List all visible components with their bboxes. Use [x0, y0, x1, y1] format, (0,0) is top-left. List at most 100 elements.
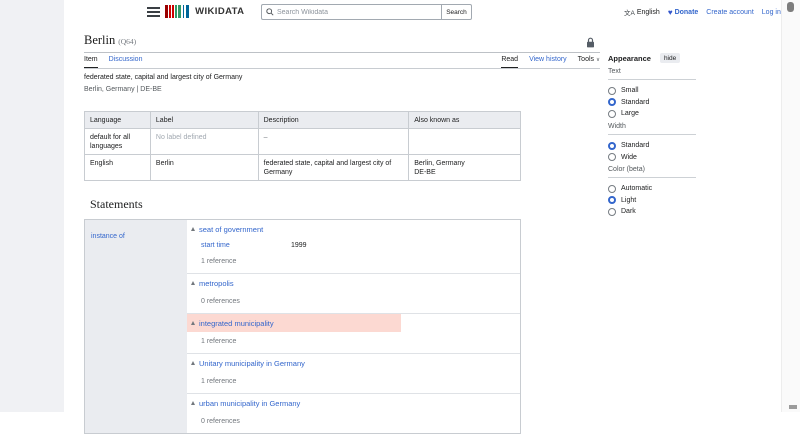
col-also-known-as: Also known as — [409, 112, 521, 129]
radio-label: Small — [621, 87, 639, 94]
claim-value-link[interactable]: metropolis — [199, 279, 234, 288]
qualifier-value: 1999 — [291, 242, 307, 249]
qualifier-row: start time 1999 — [187, 238, 520, 252]
property-cell: instance of — [85, 220, 187, 433]
color-radio-option[interactable]: Light — [608, 195, 696, 207]
hamburger-menu-icon[interactable] — [147, 7, 160, 18]
language-selector[interactable]: 文A English — [624, 7, 660, 17]
top-header: WIKIDATA Search 文A English ♥ Donate Crea… — [64, 0, 781, 24]
references-toggle[interactable]: 0 references — [187, 297, 520, 306]
entity-description-block: federated state, capital and largest cit… — [84, 72, 242, 96]
search-box[interactable] — [261, 4, 441, 20]
heart-icon: ♥ — [668, 8, 673, 17]
property-link[interactable]: instance of — [91, 233, 125, 240]
create-account-link[interactable]: Create account — [706, 9, 753, 16]
wikidata-logo-text: WIKIDATA — [195, 6, 244, 17]
color-radio-option[interactable]: Automatic — [608, 183, 696, 195]
statement-claim: integrated municipality 1 reference — [187, 313, 520, 353]
radio-label: Standard — [621, 142, 649, 149]
width-radio-option[interactable]: Standard — [608, 140, 696, 152]
text-size-radio-option[interactable]: Standard — [608, 97, 696, 109]
donate-link[interactable]: ♥ Donate — [668, 8, 698, 17]
tab-item[interactable]: Item — [84, 56, 98, 68]
claim-value-link[interactable]: Unitary municipality in Germany — [199, 359, 305, 368]
wikidata-logo[interactable]: WIKIDATA — [165, 5, 244, 18]
page-title: Berlin — [84, 33, 115, 47]
references-toggle[interactable]: 1 reference — [187, 337, 520, 346]
radio-label: Automatic — [621, 185, 652, 192]
appearance-header: Appearance hide — [608, 53, 680, 63]
language-icon: 文A — [624, 7, 635, 17]
references-toggle[interactable]: 1 reference — [187, 257, 520, 266]
claim-main-row: integrated municipality — [187, 314, 401, 332]
radio-icon — [608, 98, 616, 106]
text-size-radio-option[interactable]: Small — [608, 85, 696, 97]
search-bar: Search — [261, 4, 472, 20]
page-title-row: Berlin(Q64) — [84, 31, 136, 49]
text-size-radio-option[interactable]: Large — [608, 108, 696, 120]
statement-claim: Unitary municipality in Germany 1 refere… — [187, 353, 520, 393]
chevron-down-icon: ∨ — [596, 57, 600, 63]
radio-label: Large — [621, 110, 639, 117]
radio-icon — [608, 110, 616, 118]
tab-read[interactable]: Read — [501, 56, 518, 68]
appearance-hide-button[interactable]: hide — [660, 53, 680, 63]
left-gutter — [0, 0, 64, 412]
radio-icon — [608, 142, 616, 150]
cell-language: English — [85, 155, 151, 181]
statements-group: instance of seat of government start tim… — [84, 219, 521, 434]
references-toggle[interactable]: 1 reference — [187, 377, 520, 386]
title-divider — [84, 52, 600, 53]
text-section-label: Text — [608, 68, 696, 80]
rank-selector-icon[interactable] — [191, 321, 195, 325]
rank-selector-icon[interactable] — [191, 361, 195, 365]
entity-description: federated state, capital and largest cit… — [84, 72, 242, 84]
vertical-scrollbar[interactable] — [781, 0, 800, 412]
appearance-title: Appearance — [608, 54, 651, 63]
rank-selector-icon[interactable] — [191, 227, 195, 231]
tab-discussion[interactable]: Discussion — [109, 56, 143, 68]
terms-row-english: English Berlin federated state, capital … — [85, 155, 521, 181]
terms-row-default: default for all languages No label defin… — [85, 129, 521, 155]
radio-label: Wide — [621, 154, 637, 161]
claim-value-link[interactable]: urban municipality in Germany — [199, 399, 300, 408]
claim-value-link[interactable]: integrated municipality — [199, 319, 274, 328]
color-section-label: Color (beta) — [608, 166, 696, 178]
terms-table-header: Language Label Description Also known as — [85, 112, 521, 129]
page-tabs: Item Discussion Read View history Tools … — [84, 56, 600, 68]
claims-list: seat of government start time 1999 1 ref… — [187, 220, 520, 433]
radio-icon — [608, 208, 616, 216]
width-radio-option[interactable]: Wide — [608, 152, 696, 164]
tab-tools-menu[interactable]: Tools ∨ — [578, 56, 600, 68]
claim-main-row: Unitary municipality in Germany — [187, 354, 520, 372]
references-toggle[interactable]: 0 references — [187, 417, 520, 426]
search-input[interactable] — [277, 9, 441, 16]
color-radio-option[interactable]: Dark — [608, 206, 696, 218]
entity-id: (Q64) — [118, 37, 136, 46]
cell-aliases: Berlin, Germany DE-BE — [409, 155, 521, 181]
radio-icon — [608, 196, 616, 204]
language-label: English — [637, 9, 660, 16]
radio-label: Standard — [621, 99, 649, 106]
col-language: Language — [85, 112, 151, 129]
header-user-links: 文A English ♥ Donate Create account Log i… — [624, 0, 781, 24]
rank-selector-icon[interactable] — [191, 401, 195, 405]
claim-value-link[interactable]: seat of government — [199, 225, 263, 234]
wikidata-logo-bars-icon — [165, 5, 190, 18]
scrollbar-thumb[interactable] — [787, 2, 794, 12]
cell-description: – — [258, 129, 409, 155]
radio-icon — [608, 185, 616, 193]
cell-description: federated state, capital and largest cit… — [258, 155, 409, 181]
entity-aliases: Berlin, Germany | DE-BE — [84, 84, 242, 96]
donate-label: Donate — [675, 9, 699, 16]
rank-selector-icon[interactable] — [191, 281, 195, 285]
scrollbar-corner — [789, 405, 797, 409]
qualifier-property-link[interactable]: start time — [201, 242, 291, 249]
claim-main-row: seat of government — [187, 220, 520, 238]
radio-icon — [608, 153, 616, 161]
col-description: Description — [258, 112, 409, 129]
login-link[interactable]: Log in — [762, 9, 781, 16]
statement-claim: urban municipality in Germany 0 referenc… — [187, 393, 520, 433]
tab-view-history[interactable]: View history — [529, 56, 567, 68]
search-button[interactable]: Search — [441, 4, 472, 20]
